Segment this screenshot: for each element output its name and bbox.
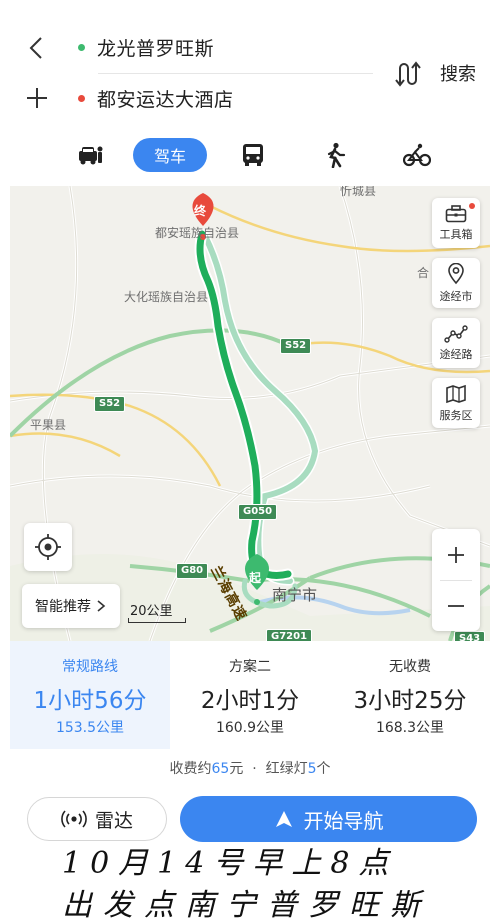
route-options: 常规路线 1小时56分 153.5公里 方案二 2小时1分 160.9公里 无收… xyxy=(10,641,490,749)
route-option-plan2[interactable]: 方案二 2小时1分 160.9公里 xyxy=(170,641,330,749)
map-scale-bar xyxy=(128,618,186,623)
locate-button[interactable] xyxy=(24,523,72,571)
route-distance: 168.3公里 xyxy=(375,720,445,736)
map-label-he: 合 xyxy=(417,266,430,280)
walk-icon xyxy=(327,142,346,168)
tab-taxi[interactable] xyxy=(74,138,106,172)
map-fold-icon xyxy=(446,384,466,403)
service-area-button[interactable]: 服务区 xyxy=(432,378,480,428)
route-name: 常规路线 xyxy=(62,659,118,675)
origin-field[interactable]: 龙光普罗旺斯 xyxy=(78,27,214,67)
destination-text: 都安运达大酒店 xyxy=(97,88,234,111)
handwritten-note-line1: 10月14号早上8点 xyxy=(62,846,398,881)
lights-value: 5 xyxy=(307,761,317,777)
route-time: 3小时25分 xyxy=(353,688,467,714)
plus-icon xyxy=(448,546,464,563)
tab-car-label: 驾车 xyxy=(153,147,186,166)
notification-dot xyxy=(469,203,475,209)
route-option-default[interactable]: 常规路线 1小时56分 153.5公里 xyxy=(10,641,170,749)
road-shield-s43: S43 xyxy=(454,631,486,641)
travel-mode-tabs: 驾车 xyxy=(0,132,500,178)
origin-text: 龙光普罗旺斯 xyxy=(97,37,215,60)
route-time: 2小时1分 xyxy=(200,688,300,714)
destination-field[interactable]: 都安运达大酒店 xyxy=(78,78,234,118)
route-distance: 160.9公里 xyxy=(215,720,285,736)
road-shield-s52-west: S52 xyxy=(94,396,126,412)
chevron-right-icon xyxy=(97,600,106,612)
bike-icon xyxy=(403,143,431,167)
via-city-label: 途经市 xyxy=(439,289,473,303)
summary-separator: · xyxy=(252,761,257,777)
route-name: 方案二 xyxy=(229,659,271,675)
route-map[interactable]: 忻城县 都安瑶族自治县 大化瑶族自治县 平果县 南宁市 合 S52 S52 G0… xyxy=(10,186,490,641)
zoom-out-button[interactable] xyxy=(432,580,480,631)
map-label-pingguo: 平果县 xyxy=(30,418,67,432)
toll-prefix: 收费约 xyxy=(169,761,212,777)
lights-suffix: 个 xyxy=(316,761,331,777)
map-label-dahua: 大化瑶族自治县 xyxy=(124,290,209,304)
map-label-duan: 都安瑶族自治县 xyxy=(155,226,240,240)
via-road-button[interactable]: 途经路 xyxy=(432,318,480,368)
origin-dot-icon xyxy=(78,43,85,51)
end-marker-label: 终 xyxy=(194,204,207,218)
road-shield-g80: G80 xyxy=(176,563,209,579)
handwritten-note-line2: 出发点南宁普罗旺斯 xyxy=(62,888,431,920)
add-waypoint-icon[interactable] xyxy=(22,83,52,113)
smart-recommend-label: 智能推荐 xyxy=(35,599,91,615)
route-summary: 收费约65元 · 红绿灯5个 xyxy=(0,758,500,778)
tab-bus[interactable] xyxy=(238,138,268,172)
route-option-no-toll[interactable]: 无收费 3小时25分 168.3公里 xyxy=(330,641,490,749)
minus-icon xyxy=(448,604,464,607)
start-navigation-button[interactable]: 开始导航 xyxy=(180,796,477,842)
lights-prefix: 红绿灯 xyxy=(265,761,308,777)
bus-icon xyxy=(243,144,263,166)
start-navigation-label: 开始导航 xyxy=(303,808,384,833)
toll-value: 65 xyxy=(211,761,230,777)
tab-walk[interactable] xyxy=(320,138,350,172)
zoom-controls xyxy=(432,529,480,631)
taxi-icon xyxy=(79,146,103,165)
map-label-nanning: 南宁市 xyxy=(272,586,318,604)
toll-suffix: 元 xyxy=(229,761,244,777)
route-name: 无收费 xyxy=(389,659,431,675)
radar-label: 雷达 xyxy=(94,809,133,832)
toolbox-icon xyxy=(445,204,467,222)
road-shield-g7201: G7201 xyxy=(266,629,313,641)
road-shield-s52-east: S52 xyxy=(280,338,312,354)
back-arrow-icon[interactable] xyxy=(22,33,52,63)
tab-bike[interactable] xyxy=(401,138,433,172)
map-scale-label: 20公里 xyxy=(130,604,173,619)
navigation-arrow-icon xyxy=(275,811,292,827)
waypoints-icon xyxy=(444,324,468,343)
route-distance: 153.5公里 xyxy=(55,720,125,736)
swap-icon[interactable] xyxy=(394,60,422,88)
radar-icon xyxy=(61,810,87,828)
toolbox-label: 工具箱 xyxy=(439,227,473,241)
smart-recommend-button[interactable]: 智能推荐 xyxy=(22,584,120,628)
zoom-in-button[interactable] xyxy=(432,529,480,580)
radar-button[interactable]: 雷达 xyxy=(27,797,167,841)
map-label-xincheng: 忻城县 xyxy=(340,186,377,198)
road-shield-g050: G050 xyxy=(238,504,278,520)
location-pin-icon xyxy=(448,262,464,284)
crosshair-icon xyxy=(35,534,61,560)
tab-car[interactable]: 驾车 xyxy=(133,138,207,172)
toolbox-button[interactable]: 工具箱 xyxy=(432,198,480,248)
route-time: 1小时56分 xyxy=(33,688,147,714)
start-marker-label: 起 xyxy=(249,571,262,585)
divider xyxy=(98,73,373,74)
via-city-button[interactable]: 途经市 xyxy=(432,258,480,308)
search-button[interactable]: 搜索 xyxy=(440,60,476,86)
route-planner-header: 龙光普罗旺斯 都安运达大酒店 搜索 xyxy=(0,0,500,125)
via-road-label: 途经路 xyxy=(439,347,473,361)
destination-dot-icon xyxy=(78,94,85,102)
service-area-label: 服务区 xyxy=(439,408,473,422)
